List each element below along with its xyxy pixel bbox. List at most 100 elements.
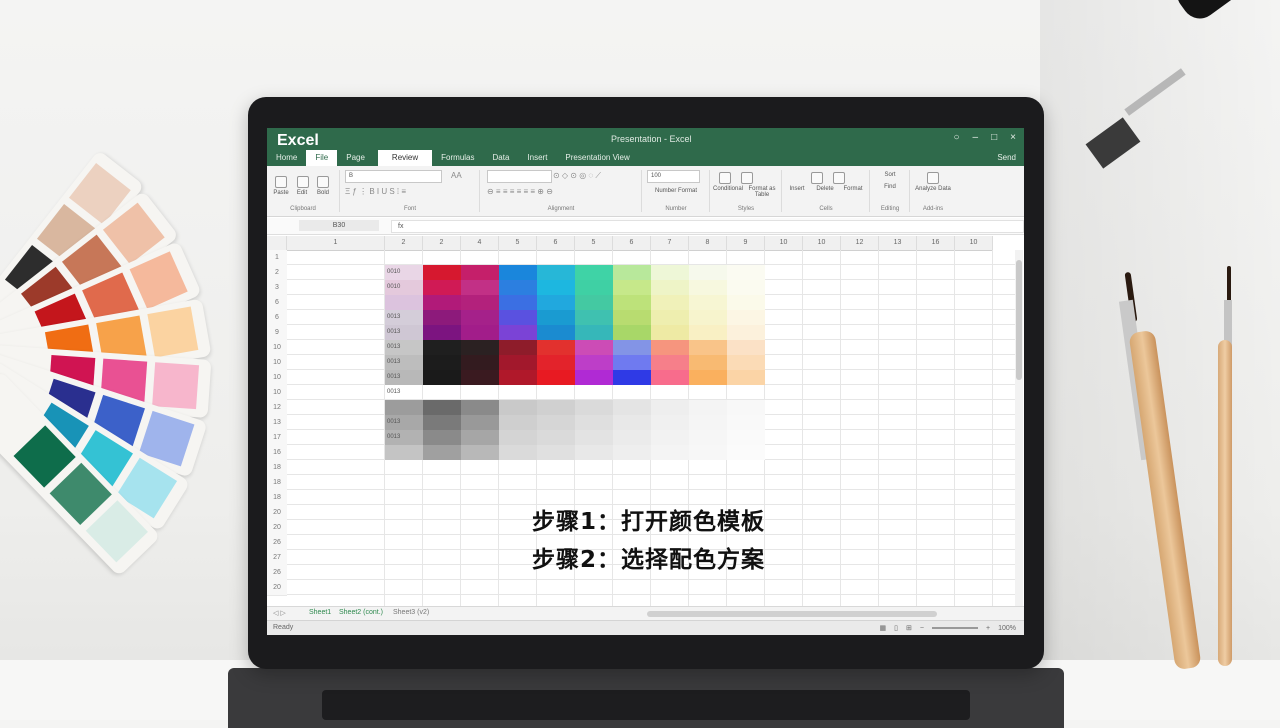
row-header[interactable]: 1 [267, 250, 287, 266]
color-cell[interactable] [651, 415, 689, 430]
color-cell[interactable] [575, 280, 613, 295]
color-cell[interactable] [537, 265, 575, 280]
color-cell[interactable] [537, 445, 575, 460]
color-cell[interactable] [499, 325, 537, 340]
tab-file[interactable]: File [306, 150, 338, 166]
row-header[interactable]: 2 [267, 265, 287, 281]
color-cell[interactable] [613, 430, 651, 445]
column-header[interactable]: 6 [537, 236, 575, 251]
font-size-dropdown[interactable]: 100 [647, 170, 700, 183]
font-format-icons[interactable]: Ξ ƒ ⋮ B I U S ⁞ ≡ [345, 187, 406, 196]
color-cell[interactable] [727, 430, 765, 445]
color-cell[interactable] [727, 445, 765, 460]
color-cell[interactable] [689, 445, 727, 460]
column-header[interactable]: 8 [689, 236, 727, 251]
color-cell[interactable] [461, 340, 499, 355]
row-header[interactable]: 17 [267, 430, 287, 446]
color-cell[interactable] [461, 355, 499, 370]
sheet-nav-icon[interactable]: ◁ ▷ [273, 609, 286, 617]
color-cell[interactable] [423, 295, 461, 310]
sheet-tab-2[interactable]: Sheet2 (cont.) [339, 609, 383, 616]
row-header[interactable]: 18 [267, 475, 287, 491]
color-cell[interactable] [651, 445, 689, 460]
color-cell[interactable] [461, 265, 499, 280]
color-cell[interactable] [423, 325, 461, 340]
color-cell[interactable] [461, 415, 499, 430]
color-cell[interactable] [727, 415, 765, 430]
color-cell[interactable] [651, 340, 689, 355]
color-cell[interactable] [385, 295, 423, 310]
color-cell[interactable] [727, 355, 765, 370]
row-header[interactable]: 20 [267, 505, 287, 521]
column-header[interactable]: 2 [385, 236, 423, 251]
color-cell[interactable] [575, 400, 613, 415]
color-cell[interactable] [689, 355, 727, 370]
color-cell[interactable] [613, 340, 651, 355]
paste-button[interactable]: Paste [271, 190, 291, 196]
color-cell[interactable] [727, 295, 765, 310]
color-cell[interactable] [613, 370, 651, 385]
row-header[interactable]: 10 [267, 385, 287, 401]
color-cell[interactable] [499, 340, 537, 355]
color-cell[interactable] [651, 355, 689, 370]
column-header[interactable]: 5 [499, 236, 537, 251]
conditional-format-icon[interactable] [719, 172, 731, 184]
color-cell[interactable] [575, 430, 613, 445]
alignment-icons[interactable]: ⊙ ◇ ⊙ ◎ ◌ ⟋ [553, 171, 601, 181]
row-header[interactable]: 16 [267, 445, 287, 461]
color-cell[interactable] [575, 265, 613, 280]
color-cell[interactable] [689, 280, 727, 295]
page-layout-icon[interactable]: ▯ [894, 624, 898, 632]
column-header[interactable]: 10 [955, 236, 993, 251]
delete-cells-icon[interactable] [833, 172, 845, 184]
row-header[interactable]: 10 [267, 355, 287, 371]
color-cell[interactable] [423, 355, 461, 370]
color-cell[interactable] [499, 370, 537, 385]
color-cell[interactable] [613, 310, 651, 325]
insert-cells-icon[interactable] [811, 172, 823, 184]
page-break-icon[interactable]: ⊞ [906, 624, 912, 632]
color-cell[interactable] [689, 295, 727, 310]
row-header[interactable]: 13 [267, 415, 287, 431]
row-header[interactable]: 10 [267, 340, 287, 356]
color-cell[interactable] [575, 415, 613, 430]
color-cell[interactable] [499, 280, 537, 295]
color-cell[interactable] [499, 265, 537, 280]
color-cell[interactable] [537, 310, 575, 325]
color-cell[interactable] [613, 355, 651, 370]
color-cell[interactable] [499, 430, 537, 445]
row-header[interactable]: 26 [267, 535, 287, 551]
color-cell[interactable] [651, 310, 689, 325]
row-header[interactable]: 20 [267, 520, 287, 536]
color-cell[interactable] [689, 340, 727, 355]
format-button[interactable]: Format [839, 186, 867, 192]
color-cell[interactable] [651, 400, 689, 415]
color-cell[interactable] [461, 295, 499, 310]
color-cell[interactable] [575, 340, 613, 355]
insert-button[interactable]: Insert [783, 186, 811, 192]
row-header[interactable]: 18 [267, 490, 287, 506]
color-cell[interactable] [613, 265, 651, 280]
color-cell[interactable] [689, 265, 727, 280]
zoom-slider[interactable] [932, 627, 978, 629]
close-icon[interactable]: × [1010, 132, 1016, 143]
column-header[interactable]: 6 [613, 236, 651, 251]
color-cell[interactable] [613, 400, 651, 415]
row-header[interactable]: 6 [267, 310, 287, 326]
color-cell[interactable] [423, 370, 461, 385]
find-button[interactable]: Find [871, 184, 909, 190]
color-cell[interactable] [461, 310, 499, 325]
tab-presentation-view[interactable]: Presentation View [556, 150, 638, 166]
color-cell[interactable] [651, 295, 689, 310]
color-cell[interactable] [537, 415, 575, 430]
color-cell[interactable] [499, 400, 537, 415]
vertical-scroll-thumb[interactable] [1016, 260, 1022, 380]
column-header[interactable]: 16 [917, 236, 955, 251]
color-cell[interactable] [423, 265, 461, 280]
zoom-level[interactable]: 100% [998, 625, 1016, 632]
row-header[interactable]: 6 [267, 295, 287, 311]
color-cell[interactable] [461, 400, 499, 415]
analyze-data-icon[interactable] [927, 172, 939, 184]
color-cell[interactable] [423, 445, 461, 460]
column-header[interactable]: 1 [287, 236, 385, 251]
